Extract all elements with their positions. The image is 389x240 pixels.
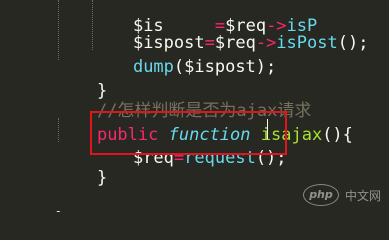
closing-brace: } (55, 209, 65, 212)
code-line-2: dump($ispost); (92, 28, 276, 77)
closing-brace: } (96, 168, 108, 188)
indent-guide (58, 0, 59, 60)
code-editor[interactable]: $is =$req->isP $ispost=$req->isPost(); d… (0, 0, 389, 212)
code-line-9: } (14, 180, 65, 212)
code-text: (); (337, 33, 369, 53)
highlight-box (90, 111, 287, 155)
code-call: isPost (276, 33, 338, 53)
watermark: php 中文网 (302, 184, 381, 206)
watermark-text: 中文网 (344, 188, 381, 203)
code-line-4: //怎样判断是否为ajax请求 (56, 72, 311, 121)
code-line-1: $ispost=$req->isPost(); (92, 4, 368, 53)
php-logo-icon: php (302, 184, 339, 206)
text-caret (267, 119, 268, 139)
code-text: (){ (322, 125, 353, 145)
